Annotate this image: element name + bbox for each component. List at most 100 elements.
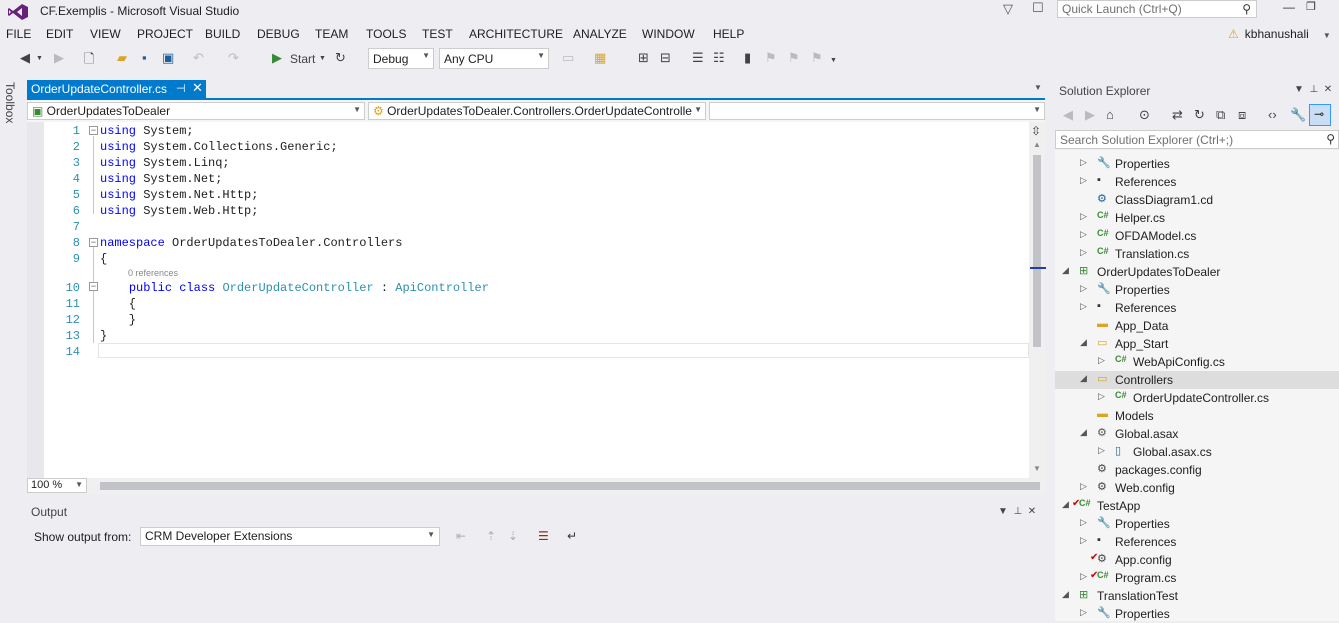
- tree-node[interactable]: ▷ ⚙ Web.config: [1055, 479, 1339, 497]
- menu-edit[interactable]: EDIT: [46, 27, 73, 41]
- class-view-icon[interactable]: ⊟: [660, 50, 671, 66]
- expand-icon[interactable]: ▷: [1080, 211, 1087, 222]
- tree-node[interactable]: ◢ ▭ App_Start: [1055, 335, 1339, 353]
- menu-window[interactable]: WINDOW: [642, 27, 695, 41]
- tree-node[interactable]: ◢ ✔ C# TestApp: [1055, 497, 1339, 515]
- split-window-icon[interactable]: ⇳: [1031, 124, 1041, 138]
- expanded-icon[interactable]: ◢: [1062, 589, 1069, 600]
- solution-configuration-select[interactable]: Debug ▼: [368, 48, 434, 69]
- tree-node[interactable]: ◢ ▭ Controllers: [1055, 371, 1339, 389]
- tree-node[interactable]: ▷ C# Helper.cs: [1055, 209, 1339, 227]
- collapse-icon[interactable]: −: [89, 282, 98, 291]
- expand-icon[interactable]: ▷: [1080, 175, 1087, 186]
- scrollbar-thumb[interactable]: [100, 482, 1040, 490]
- tree-node[interactable]: ▷ 🔧 Properties: [1055, 515, 1339, 533]
- forward-icon[interactable]: ▶: [54, 50, 64, 66]
- scrollbar-thumb[interactable]: [1033, 155, 1041, 347]
- menu-build[interactable]: BUILD: [205, 27, 240, 41]
- member-dropdown[interactable]: ▼: [709, 102, 1045, 120]
- save-all-icon[interactable]: ▣: [162, 50, 174, 66]
- tree-node[interactable]: ▷ C# OFDAModel.cs: [1055, 227, 1339, 245]
- close-icon[interactable]: ✕: [1028, 506, 1036, 517]
- scroll-up-icon[interactable]: ▲: [1033, 140, 1041, 149]
- tree-node[interactable]: ▷ ▪ References: [1055, 533, 1339, 551]
- clear-bookmarks-icon[interactable]: ⚑: [811, 50, 823, 66]
- expanded-icon[interactable]: ◢: [1062, 265, 1069, 276]
- properties-icon[interactable]: 🔧: [1290, 107, 1306, 123]
- user-account[interactable]: ⚠ kbhanushali ▼: [1228, 27, 1331, 41]
- feedback-icon[interactable]: ☐: [1032, 0, 1044, 16]
- attach-icon[interactable]: ▭: [562, 50, 574, 66]
- expand-icon[interactable]: ▷: [1080, 301, 1087, 312]
- tree-node[interactable]: ▷ 🔧 Properties: [1055, 281, 1339, 299]
- tree-node[interactable]: ◢ ⚙ Global.asax: [1055, 425, 1339, 443]
- clear-all-icon[interactable]: ☰: [538, 529, 549, 543]
- start-button[interactable]: Start: [290, 52, 315, 66]
- tree-node[interactable]: ⚙ ClassDiagram1.cd: [1055, 191, 1339, 209]
- expanded-icon[interactable]: ◢: [1062, 499, 1069, 510]
- back-icon[interactable]: ◀: [1063, 107, 1073, 123]
- next-message-icon[interactable]: ⇣: [508, 529, 518, 543]
- tree-node[interactable]: ▷ C# WebApiConfig.cs: [1055, 353, 1339, 371]
- expanded-icon[interactable]: ◢: [1080, 337, 1087, 348]
- home-icon[interactable]: ⌂: [1106, 107, 1114, 122]
- output-source-select[interactable]: CRM Developer Extensions ▼: [140, 527, 440, 546]
- collapse-icon[interactable]: −: [89, 126, 98, 135]
- expand-icon[interactable]: ▷: [1098, 355, 1105, 366]
- save-icon[interactable]: ▪: [142, 50, 147, 65]
- pin-icon[interactable]: ⊥: [1309, 84, 1318, 95]
- find-in-files-icon[interactable]: ▦: [594, 50, 606, 66]
- tree-node[interactable]: ◢ ⊞ OrderUpdatesToDealer: [1055, 263, 1339, 281]
- prev-message-icon[interactable]: ⇡: [486, 529, 496, 543]
- close-icon[interactable]: ✕: [1324, 84, 1332, 95]
- panel-menu-icon[interactable]: ▼: [1294, 84, 1304, 95]
- type-dropdown[interactable]: ⚙ OrderUpdatesToDealer.Controllers.Order…: [368, 102, 706, 120]
- expand-icon[interactable]: ▷: [1080, 607, 1087, 618]
- expand-icon[interactable]: ▷: [1080, 247, 1087, 258]
- tree-node[interactable]: ▷ C# OrderUpdateController.cs: [1055, 389, 1339, 407]
- tree-node[interactable]: ▷ 🔧 Properties: [1055, 155, 1339, 173]
- goto-line-icon[interactable]: ⇤: [456, 529, 466, 543]
- expand-icon[interactable]: ▷: [1080, 283, 1087, 294]
- next-bookmark-icon[interactable]: ⚑: [788, 50, 800, 66]
- minimize-button[interactable]: —: [1280, 0, 1298, 16]
- show-all-files-icon[interactable]: ⧈: [1238, 107, 1246, 123]
- restore-button[interactable]: ❐: [1302, 0, 1320, 16]
- panel-controls[interactable]: ▼ ⊥ ✕: [1294, 84, 1332, 95]
- expand-icon[interactable]: ▷: [1080, 535, 1087, 546]
- menu-project[interactable]: PROJECT: [137, 27, 193, 41]
- undo-icon[interactable]: ↶: [193, 50, 204, 66]
- tree-node[interactable]: ▷ ▪ References: [1055, 299, 1339, 317]
- expand-icon[interactable]: ▷: [1080, 157, 1087, 168]
- collapse-icon[interactable]: −: [89, 238, 98, 247]
- output-text-area[interactable]: [27, 548, 1045, 621]
- prev-bookmark-icon[interactable]: ⚑: [765, 50, 777, 66]
- tree-node[interactable]: ◢ ⊞ TranslationTest: [1055, 587, 1339, 605]
- start-icon[interactable]: ▶: [272, 50, 282, 66]
- quick-launch-input[interactable]: Quick Launch (Ctrl+Q) ⚲: [1057, 0, 1257, 18]
- menu-architecture[interactable]: ARCHITECTURE: [469, 27, 563, 41]
- expand-icon[interactable]: ▷: [1080, 229, 1087, 240]
- panel-menu-icon[interactable]: ▼: [998, 506, 1008, 517]
- tree-node[interactable]: ▷ ▯ Global.asax.cs: [1055, 443, 1339, 461]
- menu-debug[interactable]: DEBUG: [257, 27, 300, 41]
- menu-help[interactable]: HELP: [713, 27, 744, 41]
- tree-node[interactable]: ▬ App_Data: [1055, 317, 1339, 335]
- zoom-select[interactable]: 100 % ▼: [27, 478, 87, 493]
- chevron-down-icon[interactable]: ▼: [36, 55, 43, 62]
- tab-order-update-controller[interactable]: OrderUpdateController.cs ⊣ ✕: [27, 80, 206, 98]
- tree-node[interactable]: ▷ ✔ C# Program.cs: [1055, 569, 1339, 587]
- new-project-icon[interactable]: 🗋: [84, 50, 94, 72]
- panel-controls[interactable]: ▼ ⊥ ✕: [998, 506, 1036, 517]
- collapse-all-icon[interactable]: ⧉: [1216, 107, 1225, 123]
- project-dropdown[interactable]: ▣ OrderUpdatesToDealer ▼: [27, 102, 365, 120]
- pin-icon[interactable]: ⊣: [176, 82, 186, 95]
- menu-team[interactable]: TEAM: [315, 27, 348, 41]
- menu-analyze[interactable]: ANALYZE: [573, 27, 627, 41]
- chevron-down-icon[interactable]: ▼: [319, 55, 326, 62]
- solution-platform-select[interactable]: Any CPU ▼: [439, 48, 549, 69]
- back-icon[interactable]: ◀: [20, 50, 30, 66]
- menu-view[interactable]: VIEW: [90, 27, 121, 41]
- pin-icon[interactable]: ⊥: [1013, 506, 1022, 517]
- word-wrap-icon[interactable]: ↵: [567, 529, 577, 543]
